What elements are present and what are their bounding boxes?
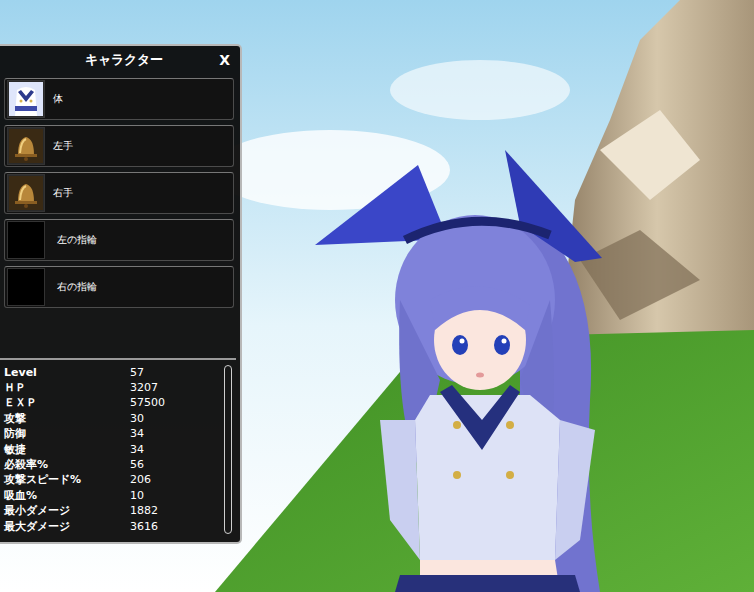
stats-area: Level57ＨＰ3207ＥＸＰ57500攻撃30防御34敏捷34必殺率%56攻… xyxy=(0,360,240,542)
slot-label: 左の指輪 xyxy=(53,233,97,247)
stat-value: 10 xyxy=(130,488,220,503)
title-bar[interactable]: キャラクターX xyxy=(0,46,240,74)
stats-list: Level57ＨＰ3207ＥＸＰ57500攻撃30防御34敏捷34必殺率%56攻… xyxy=(4,365,220,534)
hud-layer: キャラクターX体左手右手左の指輪右の指輪Level57ＨＰ3207ＥＸＰ5750… xyxy=(0,0,754,544)
stat-value: 1882 xyxy=(130,503,220,518)
slot-icon[interactable] xyxy=(7,268,45,306)
panel-title: キャラクター xyxy=(30,51,217,69)
slot-label: 右の指輪 xyxy=(53,280,97,294)
stat-label: 敏捷 xyxy=(4,442,130,457)
stat-label: 最大ダメージ xyxy=(4,519,130,534)
equipment-slot[interactable]: 右手 xyxy=(4,172,234,214)
stat-label: 必殺率% xyxy=(4,457,130,472)
slot-label: 右手 xyxy=(53,186,73,200)
slot-icon[interactable] xyxy=(7,174,45,212)
stat-value: 56 xyxy=(130,457,220,472)
game-screen: キャラクターX体左手右手左の指輪右の指輪Level57ＨＰ3207ＥＸＰ5750… xyxy=(0,0,754,592)
slot-icon[interactable] xyxy=(7,221,45,259)
stat-value: 206 xyxy=(130,472,220,487)
close-button[interactable]: X xyxy=(217,52,232,68)
character xyxy=(315,150,602,592)
equipment-slot[interactable]: 左手 xyxy=(4,125,234,167)
bell-icon xyxy=(9,176,43,210)
scrollbar[interactable] xyxy=(224,365,232,534)
equipment-slot[interactable]: 右の指輪 xyxy=(4,266,234,308)
slot-label: 体 xyxy=(53,92,63,106)
stat-label: Level xyxy=(4,365,130,380)
stat-label: 攻撃 xyxy=(4,411,130,426)
equipment-slots: 体左手右手左の指輪右の指輪 xyxy=(0,74,240,308)
stat-label: 防御 xyxy=(4,426,130,441)
divider xyxy=(0,358,236,360)
bell-icon xyxy=(9,129,43,163)
stat-label: 吸血% xyxy=(4,488,130,503)
character-panel: キャラクターX体左手右手左の指輪右の指輪Level57ＨＰ3207ＥＸＰ5750… xyxy=(0,44,242,544)
stat-label: ＥＸＰ xyxy=(4,395,130,410)
spacer xyxy=(0,308,240,358)
stat-label: ＨＰ xyxy=(4,380,130,395)
stat-label: 攻撃スピード% xyxy=(4,472,130,487)
outfit-icon xyxy=(9,82,43,116)
stat-value: 34 xyxy=(130,426,220,441)
stat-value: 57500 xyxy=(130,395,220,410)
equipment-slot[interactable]: 体 xyxy=(4,78,234,120)
stat-value: 34 xyxy=(130,442,220,457)
slot-label: 左手 xyxy=(53,139,73,153)
stat-value: 3616 xyxy=(130,519,220,534)
equipment-slot[interactable]: 左の指輪 xyxy=(4,219,234,261)
stat-value: 57 xyxy=(130,365,220,380)
stat-label: 最小ダメージ xyxy=(4,503,130,518)
stat-value: 30 xyxy=(130,411,220,426)
slot-icon[interactable] xyxy=(7,80,45,118)
stat-value: 3207 xyxy=(130,380,220,395)
slot-icon[interactable] xyxy=(7,127,45,165)
